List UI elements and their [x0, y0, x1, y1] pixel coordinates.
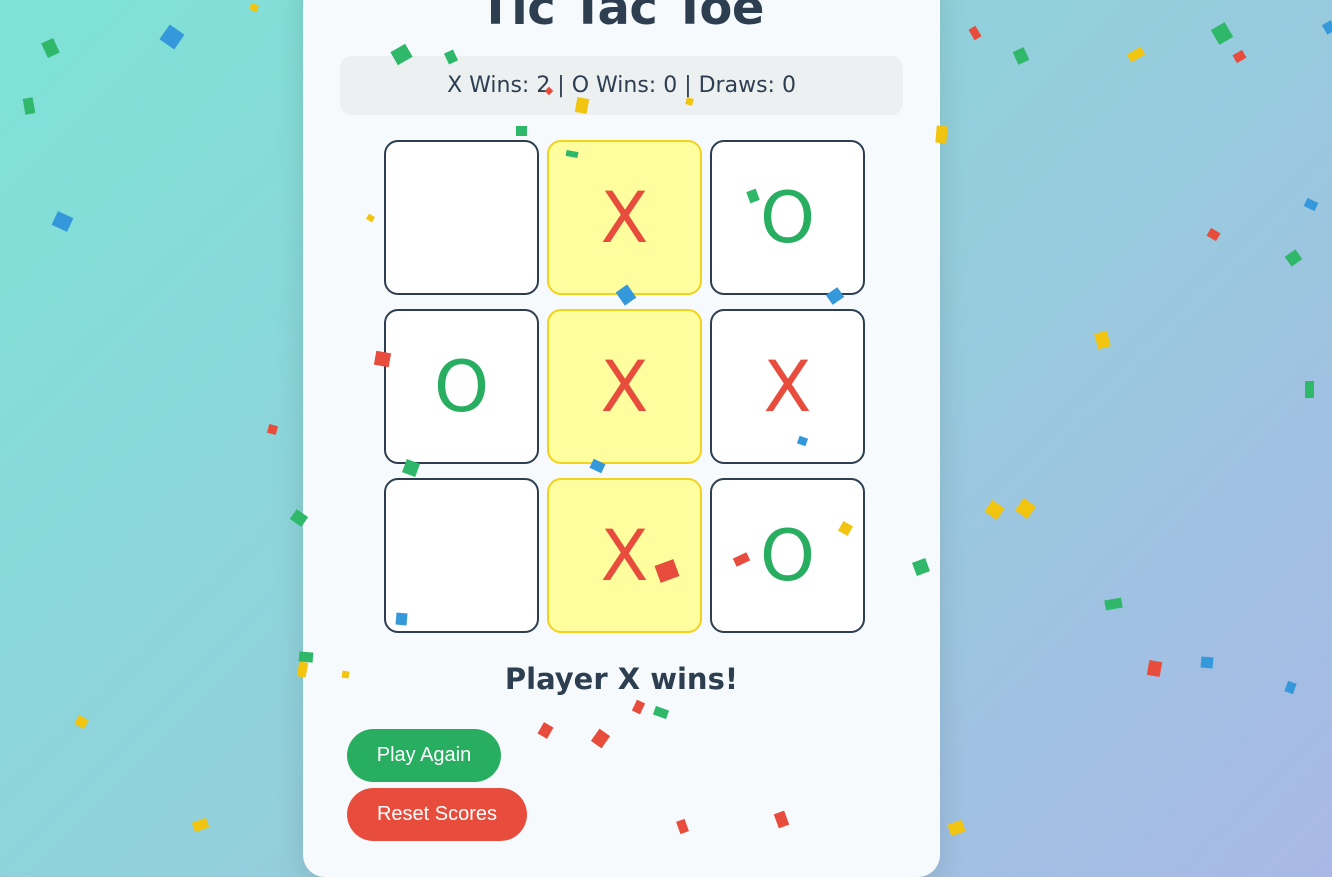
confetti-piece	[1126, 46, 1146, 63]
board-cell[interactable]	[384, 478, 539, 633]
board-cell[interactable]: O	[710, 140, 865, 295]
board-cell[interactable]: X	[710, 309, 865, 464]
confetti-piece	[191, 817, 210, 833]
game-status: Player X wins!	[504, 662, 739, 696]
confetti-piece	[984, 499, 1005, 521]
reset-scores-button[interactable]: Reset Scores	[347, 788, 527, 841]
confetti-piece	[1232, 49, 1247, 64]
confetti-piece	[1303, 197, 1319, 212]
confetti-piece	[1284, 680, 1297, 695]
board-cell[interactable]: O	[710, 478, 865, 633]
confetti-piece	[22, 97, 36, 115]
confetti-piece	[1206, 227, 1221, 242]
confetti-piece	[1210, 22, 1234, 45]
board-cell[interactable]: O	[384, 309, 539, 464]
confetti-piece	[947, 819, 966, 837]
confetti-piece	[1305, 381, 1314, 398]
confetti-piece	[968, 25, 982, 41]
confetti-piece	[1146, 659, 1163, 678]
page-title: Tic Tac Toe	[479, 0, 764, 36]
confetti-piece	[266, 423, 279, 436]
play-again-button[interactable]: Play Again	[347, 729, 501, 782]
board-cell[interactable]	[384, 140, 539, 295]
confetti-piece	[1094, 330, 1111, 350]
confetti-piece	[1200, 656, 1214, 669]
confetti-piece	[74, 714, 89, 730]
board-cell[interactable]: X	[547, 478, 702, 633]
game-board: X O O X X X O	[384, 140, 865, 633]
confetti-piece	[159, 24, 185, 50]
scoreboard: X Wins: 2 | O Wins: 0 | Draws: 0	[340, 56, 903, 115]
confetti-piece	[51, 211, 74, 232]
confetti-piece	[1104, 597, 1123, 611]
confetti-piece	[1015, 498, 1036, 519]
confetti-piece	[41, 38, 60, 58]
confetti-piece	[1321, 20, 1332, 35]
board-cell[interactable]: X	[547, 140, 702, 295]
confetti-piece	[1284, 249, 1303, 267]
confetti-piece	[249, 2, 259, 13]
confetti-piece	[1012, 47, 1030, 65]
board-cell[interactable]: X	[547, 309, 702, 464]
game-card: Tic Tac Toe X Wins: 2 | O Wins: 0 | Draw…	[303, 0, 940, 877]
